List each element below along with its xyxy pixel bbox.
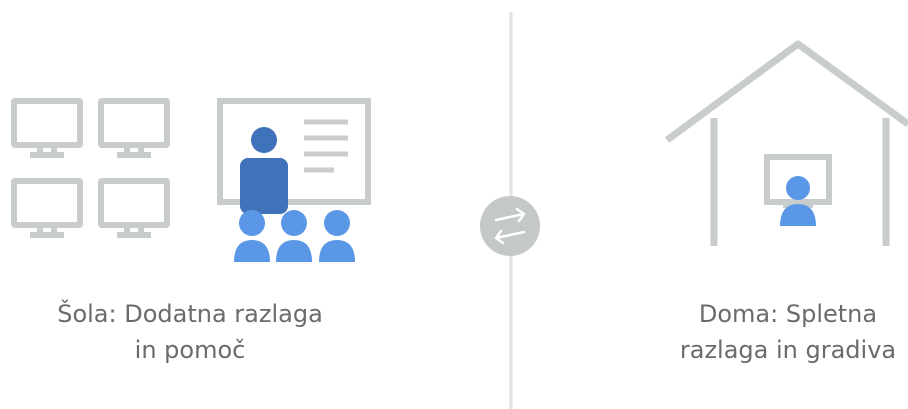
home-caption-line2: razlaga in gradiva (679, 336, 897, 364)
home-caption: Doma: Spletna razlaga in gradiva (658, 296, 908, 368)
board-text-lines-icon (304, 119, 348, 173)
student-at-screen-icon (764, 154, 832, 226)
computer-grid-icon (11, 98, 170, 238)
school-caption: Šola: Dodatna razlaga in pomoč (20, 296, 360, 368)
monitor-icon (11, 98, 83, 158)
swap-arrows-icon (480, 196, 540, 256)
teacher-figure-icon (240, 127, 288, 214)
school-caption-line1: Šola: Dodatna razlaga (57, 300, 323, 328)
student-figure-icon (319, 210, 355, 262)
monitor-icon (11, 178, 83, 238)
student-figure-icon (276, 210, 312, 262)
student-figure-icon (234, 210, 270, 262)
school-caption-line2: in pomoč (134, 336, 246, 364)
students-icon (234, 210, 355, 262)
home-caption-line1: Doma: Spletna (698, 300, 878, 328)
diagram-stage: Šola: Dodatna razlaga in pomoč Doma: Spl… (0, 0, 908, 409)
monitor-icon (98, 98, 170, 158)
monitor-icon (98, 178, 170, 238)
teacher-presentation-icon (217, 98, 371, 214)
